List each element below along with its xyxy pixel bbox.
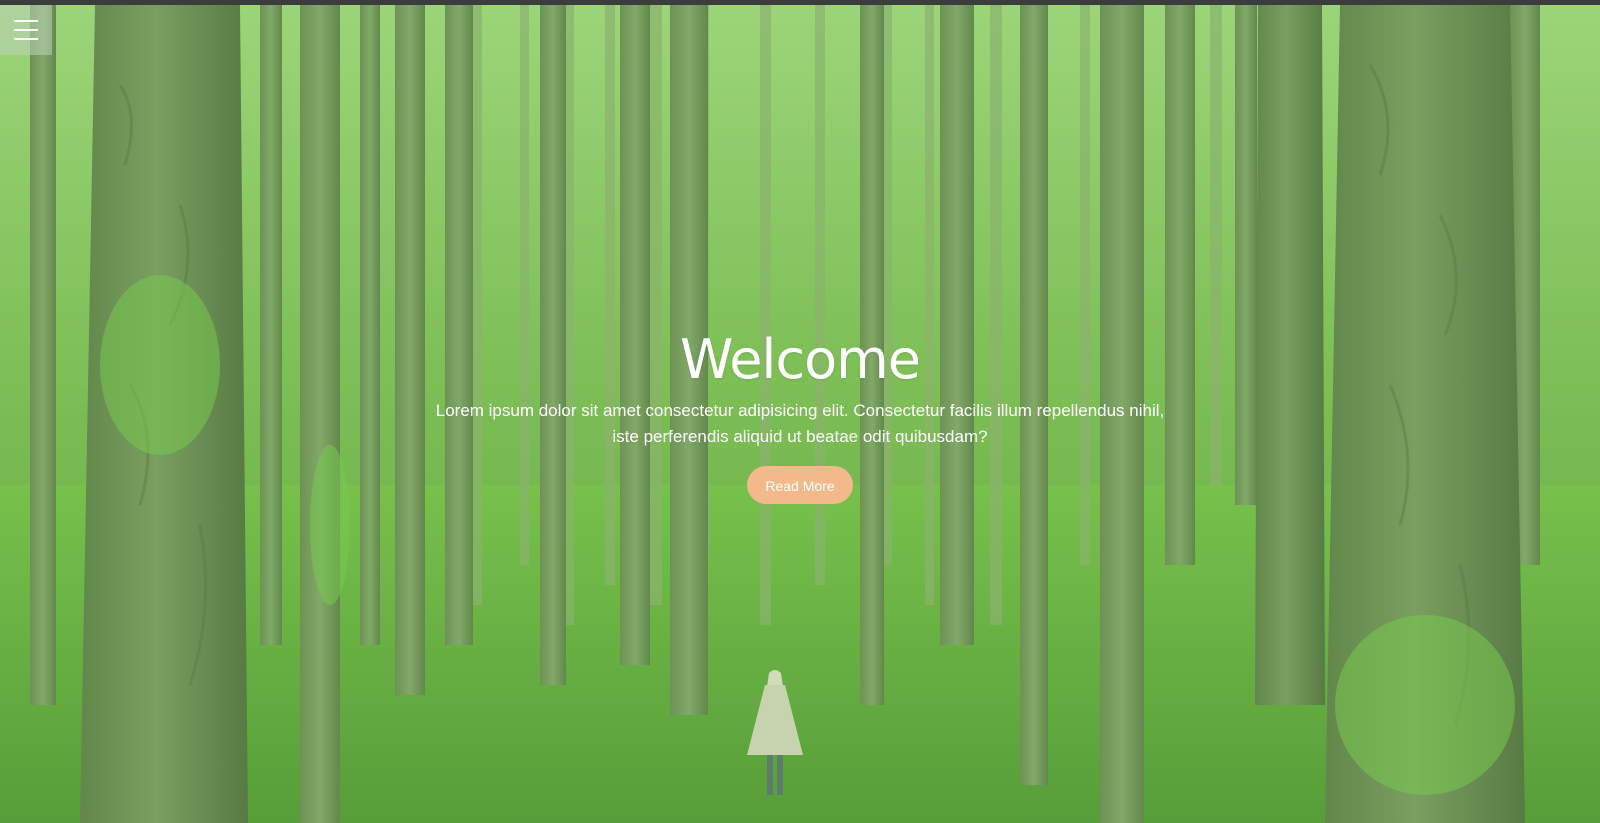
hero-description: Lorem ipsum dolor sit amet consectetur a… xyxy=(435,401,1165,446)
hamburger-menu-icon-line xyxy=(14,38,38,40)
hamburger-menu-icon xyxy=(14,20,38,22)
hamburger-menu-button[interactable] xyxy=(0,5,52,55)
hero-title: Welcome xyxy=(679,328,921,391)
hamburger-menu-icon-line xyxy=(14,29,38,31)
read-more-button[interactable]: Read More xyxy=(747,466,853,504)
hero-content: Welcome Lorem ipsum dolor sit amet conse… xyxy=(0,328,1600,504)
